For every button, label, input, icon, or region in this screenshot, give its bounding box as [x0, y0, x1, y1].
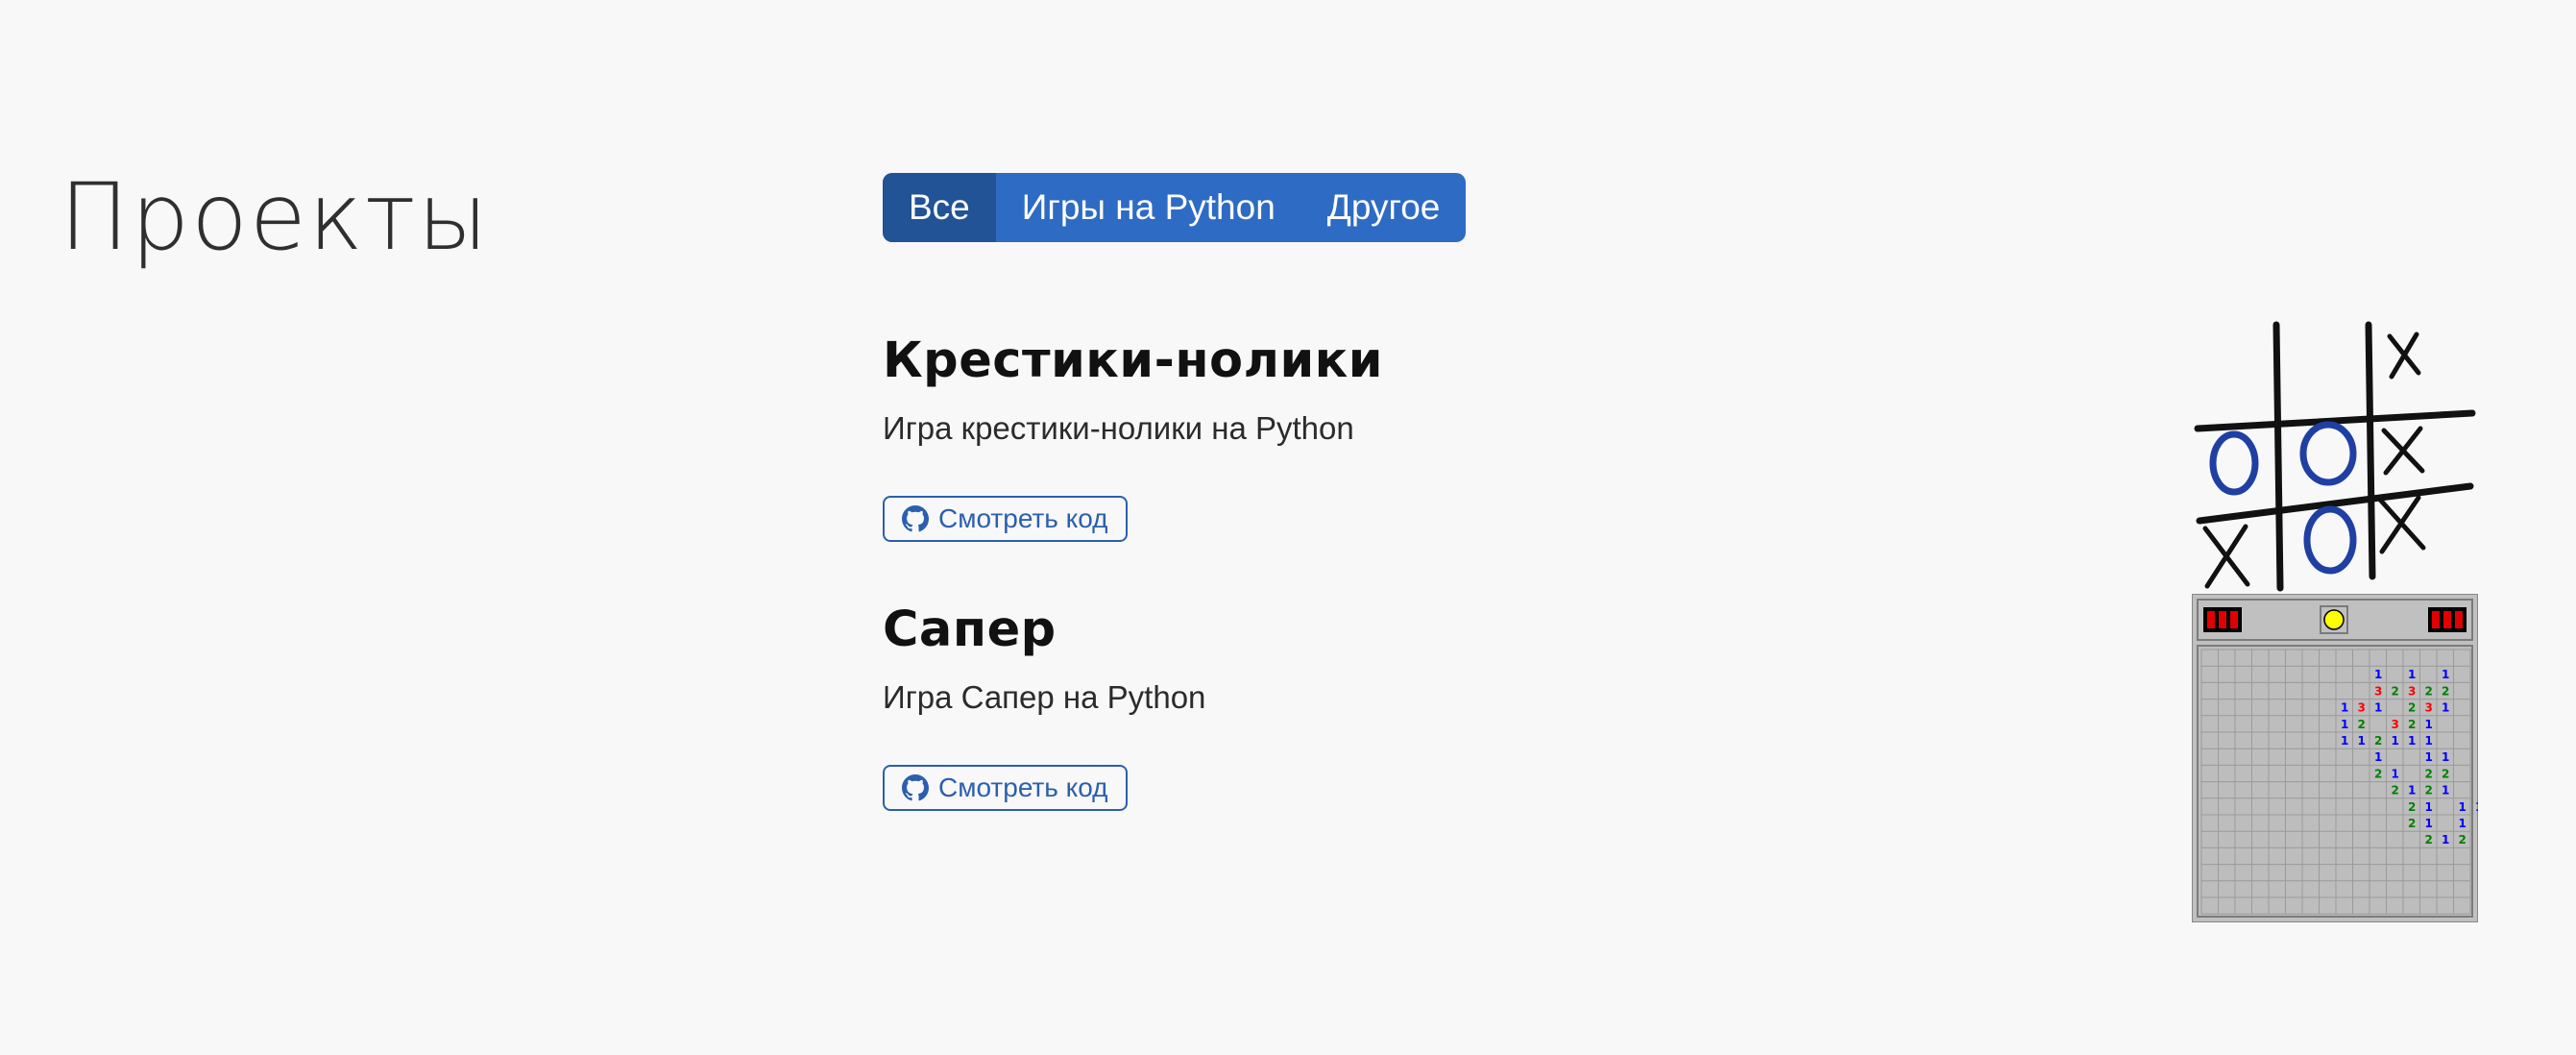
view-code-label: Смотреть код	[938, 503, 1108, 533]
svg-text:3: 3	[2392, 718, 2399, 731]
filter-python-games-button[interactable]: Игры на Python	[996, 173, 1301, 242]
svg-text:2: 2	[2374, 734, 2382, 748]
tictactoe-image	[2194, 321, 2476, 592]
view-code-button[interactable]: Смотреть код	[883, 765, 1128, 811]
svg-text:2: 2	[2425, 767, 2433, 780]
svg-text:1: 1	[2442, 750, 2449, 764]
filter-all-button[interactable]: Все	[883, 173, 996, 242]
svg-text:2: 2	[2408, 718, 2416, 731]
svg-text:1: 1	[2341, 734, 2348, 748]
svg-text:1: 1	[2425, 750, 2433, 764]
page-title: Проекты	[60, 163, 491, 271]
svg-text:1: 1	[2442, 833, 2449, 846]
svg-text:1: 1	[2358, 734, 2366, 748]
svg-text:2: 2	[2408, 701, 2416, 715]
svg-text:3: 3	[2374, 684, 2382, 698]
svg-text:1: 1	[2475, 800, 2478, 814]
svg-text:2: 2	[2442, 767, 2449, 780]
filter-other-button[interactable]: Другое	[1301, 173, 1467, 242]
svg-text:2: 2	[2392, 684, 2399, 698]
svg-text:1: 1	[2442, 784, 2449, 797]
svg-text:2: 2	[2442, 684, 2449, 698]
project-description: Игра крестики-нолики на Python	[883, 410, 1354, 446]
svg-text:1: 1	[2374, 701, 2382, 715]
project-filter-tabs: Все Игры на Python Другое	[883, 173, 1467, 242]
project-title: Сапер	[883, 601, 1057, 658]
svg-text:1: 1	[2392, 734, 2399, 748]
svg-text:1: 1	[2392, 767, 2399, 780]
svg-text:1: 1	[2425, 800, 2433, 814]
svg-text:1: 1	[2442, 668, 2449, 681]
svg-text:1: 1	[2374, 750, 2382, 764]
svg-text:3: 3	[2408, 684, 2416, 698]
svg-text:3: 3	[2425, 701, 2433, 715]
github-icon	[902, 774, 929, 801]
project-card-tictactoe: Крестики-нолики Игра крестики-нолики на …	[883, 336, 1383, 542]
svg-text:2: 2	[2358, 718, 2366, 731]
svg-text:1: 1	[2408, 734, 2416, 748]
svg-text:1: 1	[2374, 668, 2382, 681]
svg-text:1: 1	[2459, 800, 2467, 814]
svg-text:2: 2	[2459, 833, 2467, 846]
svg-text:2: 2	[2425, 833, 2433, 846]
svg-text:1: 1	[2425, 718, 2433, 731]
view-code-label: Смотреть код	[938, 773, 1108, 802]
svg-text:2: 2	[2408, 817, 2416, 830]
svg-text:1: 1	[2341, 718, 2348, 731]
svg-text:2: 2	[2425, 684, 2433, 698]
svg-text:3: 3	[2358, 701, 2366, 715]
svg-text:2: 2	[2374, 767, 2382, 780]
svg-text:2: 2	[2408, 800, 2416, 814]
svg-text:1: 1	[2442, 701, 2449, 715]
svg-text:1: 1	[2425, 817, 2433, 830]
minesweeper-image: 1113232213123112321112111111212221212111…	[2192, 594, 2478, 922]
svg-text:1: 1	[2425, 734, 2433, 748]
github-icon	[902, 505, 929, 532]
svg-text:2: 2	[2392, 784, 2399, 797]
project-description: Игра Сапер на Python	[883, 679, 1206, 715]
view-code-button[interactable]: Смотреть код	[883, 496, 1128, 542]
svg-text:1: 1	[2341, 701, 2348, 715]
project-card-minesweeper: Сапер Игра Сапер на Python Смотреть код	[883, 605, 1205, 811]
project-title: Крестики-нолики	[883, 332, 1384, 389]
svg-text:1: 1	[2459, 817, 2467, 830]
svg-text:2: 2	[2425, 784, 2433, 797]
svg-text:1: 1	[2408, 784, 2416, 797]
svg-text:1: 1	[2408, 668, 2416, 681]
